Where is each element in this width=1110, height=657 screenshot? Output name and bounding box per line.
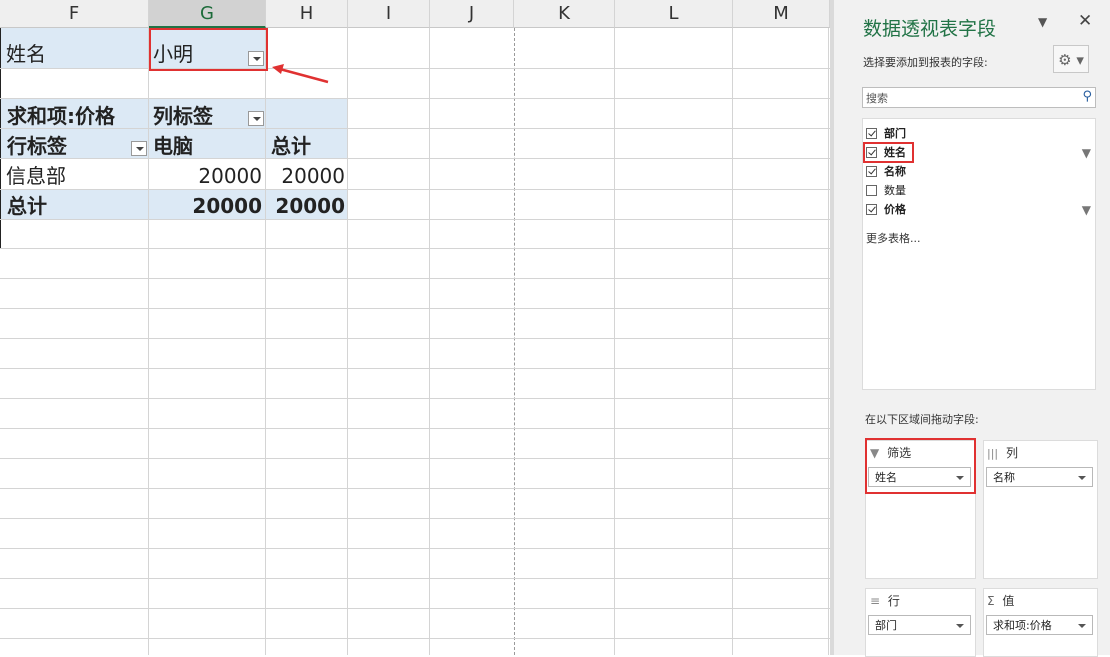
highlight-name-field bbox=[863, 142, 914, 163]
panel-options-chevron-icon[interactable]: ▼ bbox=[1038, 15, 1047, 29]
panel-subtitle: 选择要添加到报表的字段: bbox=[863, 56, 988, 69]
filter-icon: ▼ bbox=[1081, 146, 1091, 160]
pivot-values-header[interactable]: 求和项:价格 bbox=[7, 101, 115, 131]
field-item-quantity[interactable]: 数量 bbox=[866, 182, 1091, 200]
pivot-fields-panel: 数据透视表字段 ▼ ✕ 选择要添加到报表的字段: ⚙ ▾ 搜索 ⚲ 部门 姓名 … bbox=[834, 0, 1110, 657]
more-tables-link[interactable]: 更多表格... bbox=[866, 230, 921, 246]
drag-hint: 在以下区域间拖动字段: bbox=[865, 413, 979, 426]
checkbox-department[interactable] bbox=[866, 128, 877, 139]
rows-area-item-department[interactable]: 部门 bbox=[868, 615, 971, 635]
filter-icon: ▼ bbox=[1081, 203, 1091, 217]
field-item-product[interactable]: 名称 bbox=[866, 163, 1091, 181]
pivot-col-total[interactable]: 总计 bbox=[271, 131, 311, 161]
columns-icon: ||| bbox=[987, 447, 999, 460]
values-area-header: Σ 值 bbox=[987, 594, 1015, 608]
close-icon[interactable]: ✕ bbox=[1078, 11, 1092, 31]
pivot-row-name[interactable]: 信息部 bbox=[6, 161, 66, 191]
left-border bbox=[0, 28, 1, 248]
gear-icon[interactable]: ⚙ ▾ bbox=[1053, 45, 1089, 73]
checkbox-quantity[interactable] bbox=[866, 185, 877, 196]
column-header-l[interactable]: L bbox=[615, 0, 733, 28]
panel-title: 数据透视表字段 bbox=[863, 18, 997, 40]
highlight-filters-area bbox=[865, 438, 976, 494]
column-labels-dropdown[interactable] bbox=[248, 111, 264, 126]
pivot-grand-value[interactable]: 20000 bbox=[149, 191, 262, 221]
rows-area-header: ≡ 行 bbox=[870, 594, 900, 608]
pivot-grand-total-value[interactable]: 20000 bbox=[266, 191, 345, 221]
pivot-grand-label[interactable]: 总计 bbox=[7, 191, 47, 221]
column-header-j[interactable]: J bbox=[430, 0, 514, 28]
field-item-department[interactable]: 部门 bbox=[866, 125, 1091, 143]
column-header-i[interactable]: I bbox=[348, 0, 430, 28]
sigma-icon: Σ bbox=[987, 594, 995, 608]
column-header-g[interactable]: G bbox=[149, 0, 266, 28]
column-header-m[interactable]: M bbox=[733, 0, 830, 28]
page-break-line bbox=[514, 28, 515, 655]
pivot-row-total-value[interactable]: 20000 bbox=[266, 161, 345, 191]
column-header-k[interactable]: K bbox=[514, 0, 615, 28]
pivot-row-value[interactable]: 20000 bbox=[149, 161, 262, 191]
spreadsheet-grid[interactable]: F G H I J K L M 姓名 小明 求和项:价格 列标签 行标签 电脑 … bbox=[0, 0, 830, 655]
checkbox-price[interactable] bbox=[866, 204, 877, 215]
pivot-filter-label[interactable]: 姓名 bbox=[6, 39, 46, 69]
column-header-h[interactable]: H bbox=[266, 0, 348, 28]
pivot-col-computer[interactable]: 电脑 bbox=[153, 131, 193, 161]
highlight-filter-cell bbox=[149, 28, 268, 71]
column-header-f[interactable]: F bbox=[0, 0, 149, 28]
row-labels-dropdown[interactable] bbox=[131, 141, 147, 156]
annotation-arrow bbox=[272, 64, 329, 84]
search-input[interactable]: 搜索 bbox=[866, 90, 888, 106]
pivot-column-labels[interactable]: 列标签 bbox=[153, 101, 213, 131]
search-icon[interactable]: ⚲ bbox=[1082, 89, 1092, 104]
columns-area-item-product[interactable]: 名称 bbox=[986, 467, 1093, 487]
checkbox-product[interactable] bbox=[866, 166, 877, 177]
search-box[interactable]: 搜索 ⚲ bbox=[862, 87, 1096, 108]
field-item-price[interactable]: 价格 ▼ bbox=[866, 201, 1091, 219]
pivot-row-labels[interactable]: 行标签 bbox=[7, 131, 67, 161]
columns-area-header: ||| 列 bbox=[987, 446, 1018, 460]
values-area-item-sum-price[interactable]: 求和项:价格 bbox=[986, 615, 1093, 635]
rows-icon: ≡ bbox=[870, 594, 881, 608]
